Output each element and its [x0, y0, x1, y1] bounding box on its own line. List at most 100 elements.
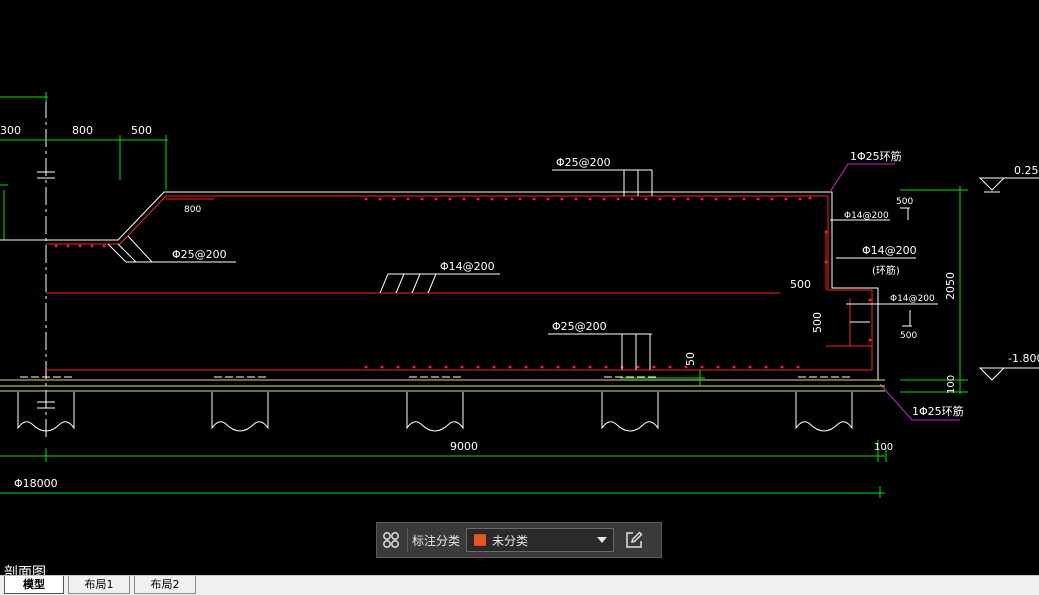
rebar-dot: [540, 365, 544, 369]
rebar-dots: [54, 196, 872, 369]
rebar-dot: [448, 197, 452, 201]
leader-mid: [379, 273, 500, 294]
rebar-dot: [396, 365, 400, 369]
tab-model[interactable]: 模型: [4, 576, 64, 594]
cad-drawing-canvas[interactable]: 300 800 500 800 Φ25@200 Φ25@200 Φ14@200 …: [0, 0, 1039, 575]
rebar-dot: [644, 197, 648, 201]
rebar-dot: [490, 197, 494, 201]
rebar-dot: [588, 365, 592, 369]
pile: [211, 392, 269, 432]
annotation-toolbar: 标注分类 未分类: [376, 522, 662, 558]
section-title-partial: 剖面图: [4, 565, 46, 575]
rebar-dot: [798, 197, 802, 201]
rebar-dot: [588, 197, 592, 201]
rebar-dot: [102, 244, 106, 248]
rebar-dot: [364, 197, 368, 201]
grid-apps-icon[interactable]: [377, 526, 405, 554]
annotation-category-select[interactable]: 未分类: [466, 528, 615, 552]
elevation-top: 0.250: [1014, 164, 1039, 177]
rebar-dot: [380, 365, 384, 369]
dim-9000: 9000: [450, 440, 478, 453]
rebar-right-a: Φ14@200: [844, 211, 889, 221]
rebar-dot: [686, 197, 690, 201]
rebar-top-main-label: Φ25@200: [556, 156, 611, 169]
rebar-dot: [672, 197, 676, 201]
dimension-top-left: [0, 92, 168, 241]
rebar-dot: [434, 197, 438, 201]
dim-100-right: 100: [946, 375, 957, 394]
rebar-dot: [868, 338, 872, 342]
rebar-dot: [518, 197, 522, 201]
annotation-category-label: 标注分类: [412, 533, 461, 548]
pile: [601, 392, 659, 432]
rebar-dot: [532, 197, 536, 201]
tab-layout2[interactable]: 布局2: [134, 576, 196, 594]
rebar-dot: [616, 197, 620, 201]
rebar-dot: [658, 197, 662, 201]
rebar-dot: [444, 365, 448, 369]
rebar-dot: [636, 365, 640, 369]
rebar-dot: [700, 365, 704, 369]
rebar-dot: [652, 365, 656, 369]
rebar-dot: [700, 197, 704, 201]
elevation-bottom: -1.800: [1008, 352, 1039, 365]
rebar-dot: [476, 197, 480, 201]
rebar-dot: [78, 244, 82, 248]
rebar-dot: [378, 197, 382, 201]
rebar-dot: [406, 197, 410, 201]
dim-500-vert: 500: [811, 312, 824, 333]
rebar-dot: [460, 365, 464, 369]
rebar-dot: [364, 365, 368, 369]
rebar-dot: [560, 197, 564, 201]
ring-top-label: 1Φ25环筋: [850, 149, 902, 163]
rebar-dot: [728, 197, 732, 201]
category-color-swatch: [473, 533, 488, 547]
leader-bottom-main: [548, 333, 652, 370]
chevron-down-icon: [597, 537, 608, 543]
ring-bottom-label: 1Φ25环筋: [912, 404, 964, 418]
annotation-category-value: 未分类: [492, 533, 529, 548]
rebar-right-b-note: (环筋): [872, 264, 900, 277]
rebar-dot: [756, 197, 760, 201]
rebar-dot: [824, 230, 828, 234]
rebar-dot: [748, 365, 752, 369]
rebar-dot: [714, 197, 718, 201]
pile: [406, 392, 464, 432]
rebar-dot: [66, 244, 70, 248]
dim-500-right-top: 500: [896, 197, 913, 207]
rebar-dot: [742, 197, 746, 201]
rebar-dot: [420, 197, 424, 201]
rebar-dot: [604, 365, 608, 369]
dim-500: 500: [131, 124, 152, 137]
rebar-right-b: Φ14@200: [862, 244, 917, 257]
pile: [795, 392, 853, 432]
rebar-dot: [796, 365, 800, 369]
tab-layout1[interactable]: 布局1: [68, 576, 130, 594]
layout-tab-bar: 模型 布局1 布局2: [0, 575, 1039, 595]
rebar-dot: [462, 197, 466, 201]
rebar-dot: [524, 365, 528, 369]
ground-green: [620, 370, 705, 386]
rebar-dot: [602, 197, 606, 201]
rebar-dot: [428, 365, 432, 369]
rebar-dot: [572, 365, 576, 369]
edit-icon[interactable]: [620, 526, 648, 554]
dim-800-small: 800: [184, 205, 201, 215]
rebar-lines: [46, 195, 873, 371]
concrete-outline: [0, 191, 879, 380]
rebar-dot: [412, 365, 416, 369]
rebar-bottom-main-label: Φ25@200: [552, 320, 607, 333]
dim-2050: 2050: [944, 272, 957, 300]
rebar-dot: [732, 365, 736, 369]
rebar-dot: [824, 260, 828, 264]
rebar-dot: [574, 197, 578, 201]
rebar-dot: [784, 197, 788, 201]
rebar-mid-label: Φ14@200: [440, 260, 495, 273]
rebar-dot: [492, 365, 496, 369]
rebar-dot: [630, 197, 634, 201]
rebar-slope-label: Φ25@200: [172, 248, 227, 261]
rebar-dot: [716, 365, 720, 369]
dim-500-mid: 500: [790, 278, 811, 291]
elevation-markers: [978, 177, 1039, 381]
rebar-dot: [508, 365, 512, 369]
